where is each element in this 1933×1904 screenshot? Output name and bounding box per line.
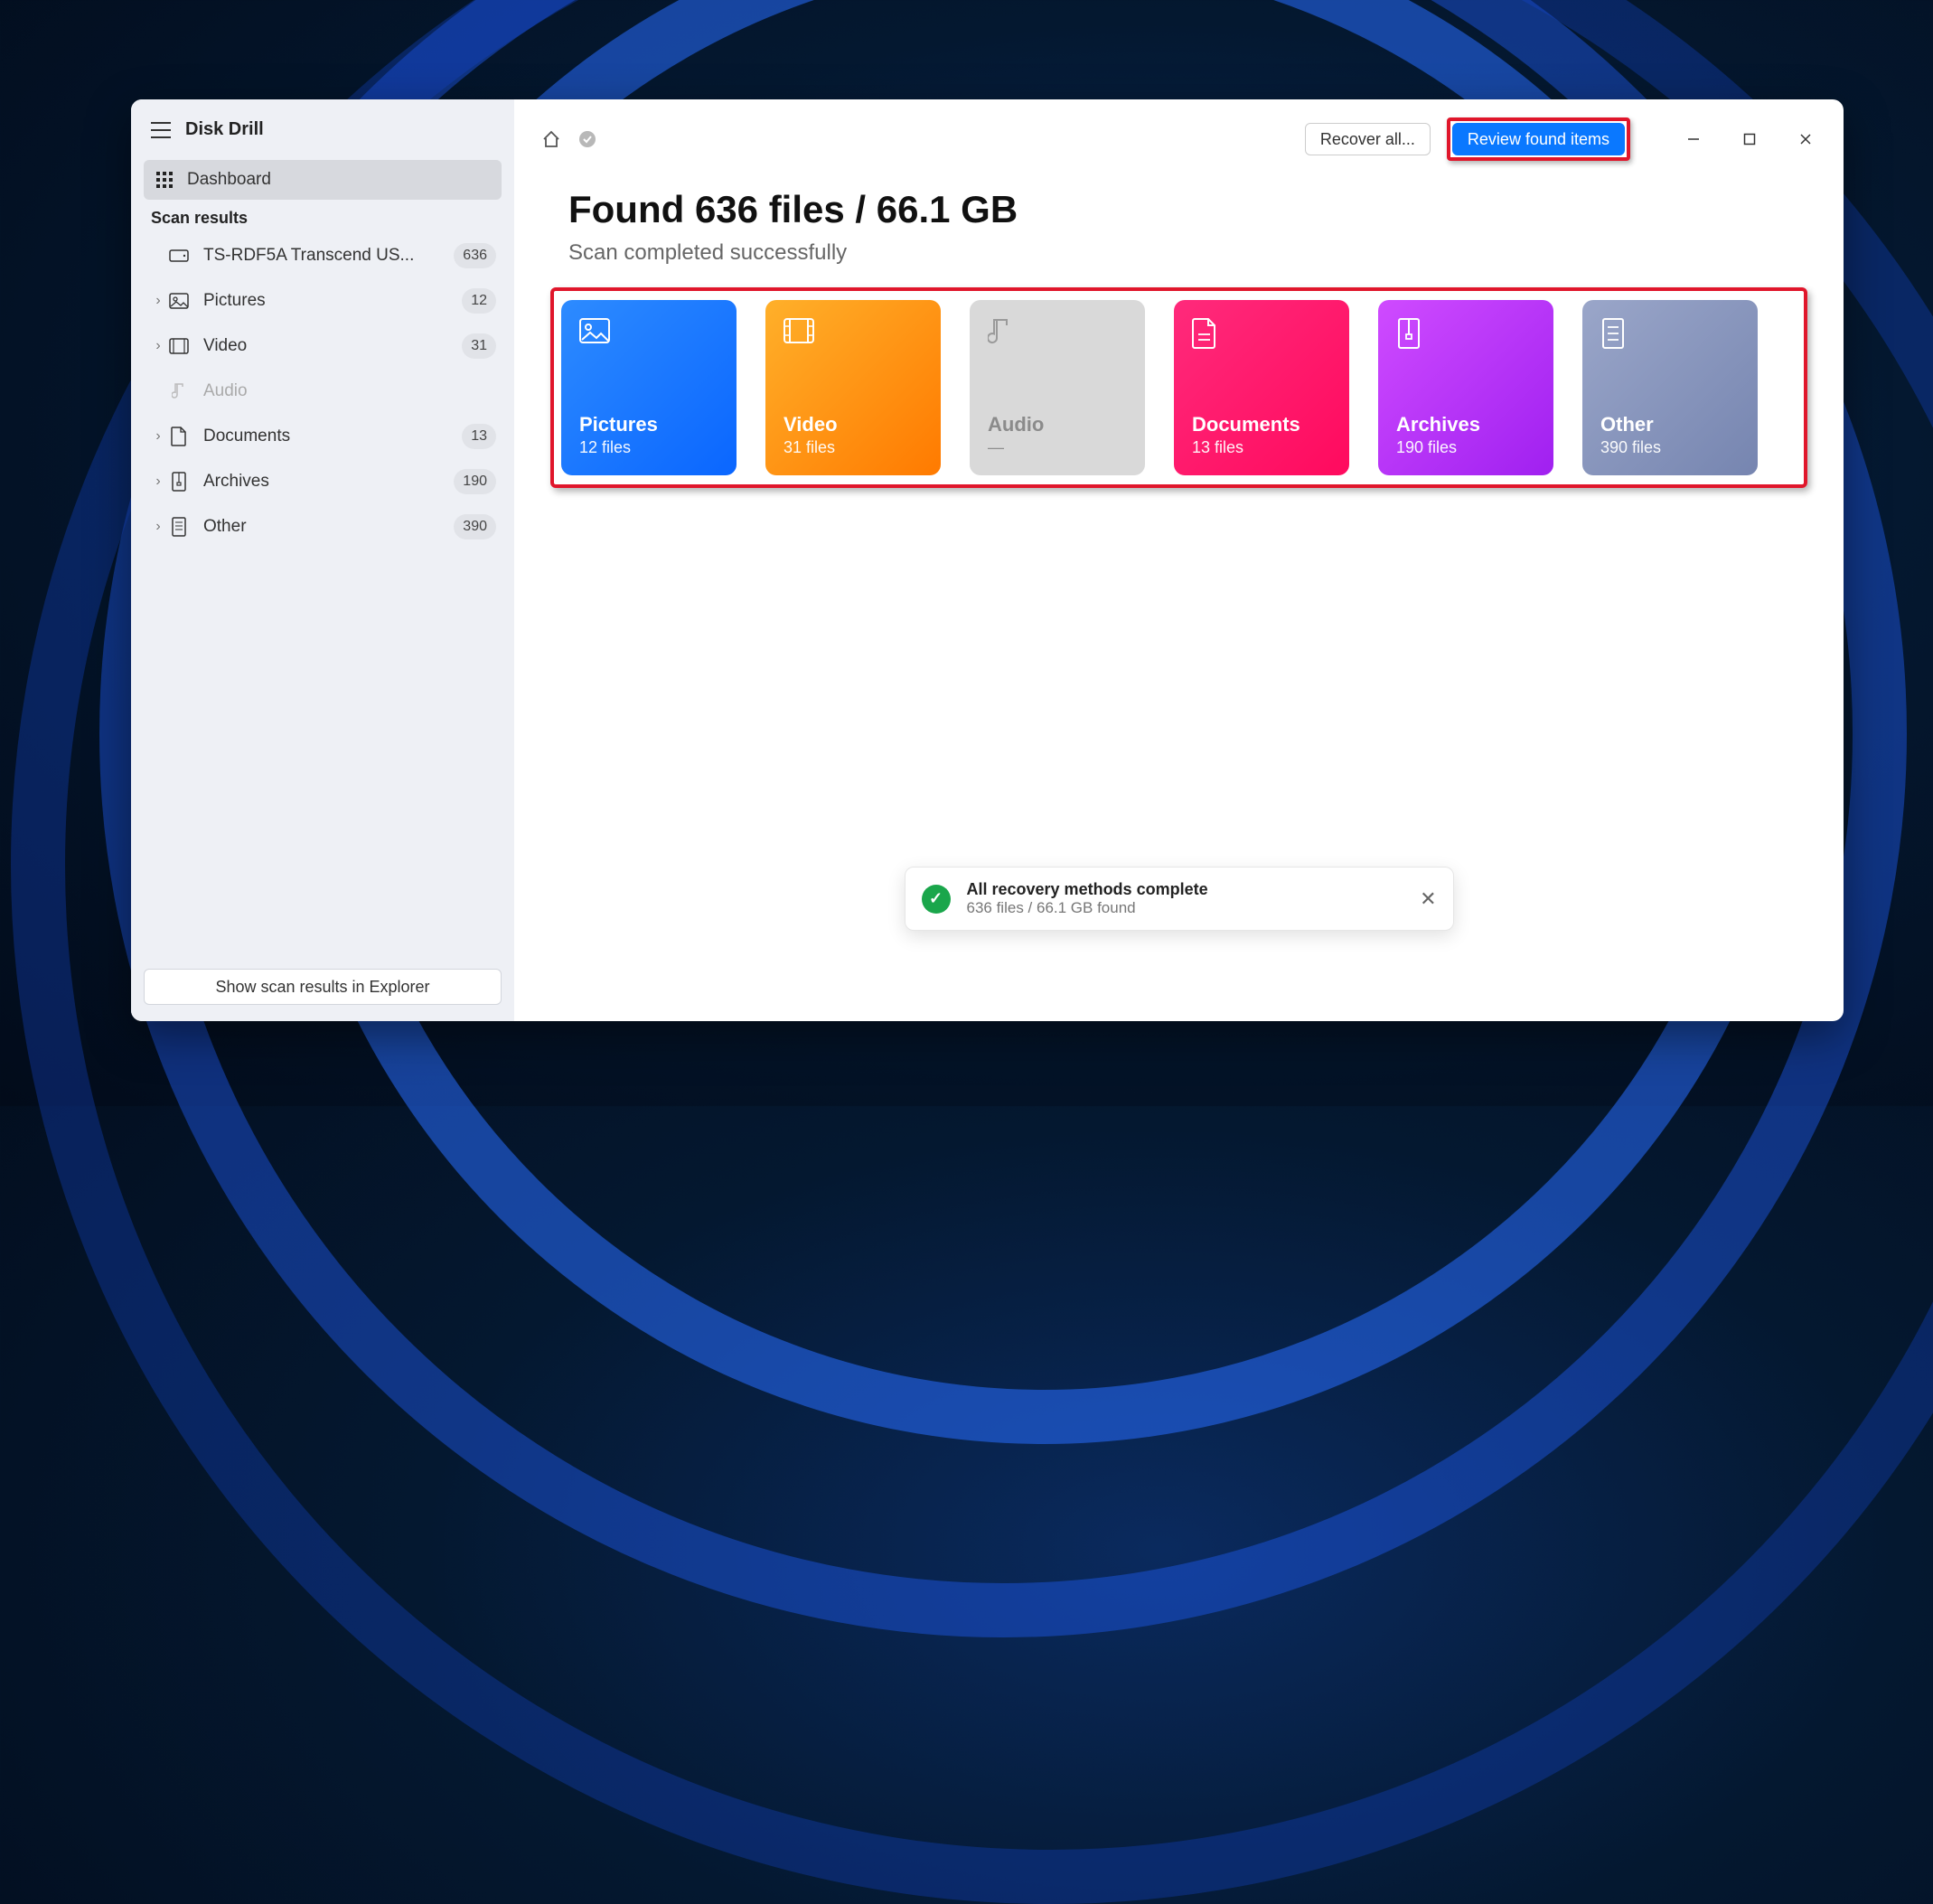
card-subtitle: 190 files: [1396, 438, 1535, 457]
sidebar-item-badge: 390: [454, 514, 496, 539]
main-panel: Recover all... Review found items Found …: [514, 99, 1844, 1021]
dashboard-icon: [156, 172, 173, 188]
sidebar-device-row[interactable]: › TS-RDF5A Transcend US... 636: [144, 233, 502, 278]
card-title: Archives: [1396, 413, 1535, 436]
chevron-right-icon: ›: [149, 519, 167, 535]
sidebar-device-label: TS-RDF5A Transcend US...: [203, 246, 454, 266]
toast-subtitle: 636 files / 66.1 GB found: [967, 899, 1208, 917]
chevron-right-icon: ›: [149, 474, 167, 490]
sidebar-item-label: Pictures: [203, 291, 462, 311]
card-title: Documents: [1192, 413, 1331, 436]
card-subtitle: 12 files: [579, 438, 718, 457]
sidebar-item-badge: 13: [462, 424, 496, 449]
page-subtitle: Scan completed successfully: [568, 240, 1844, 266]
recover-all-button[interactable]: Recover all...: [1305, 123, 1431, 155]
card-documents[interactable]: Documents 13 files: [1174, 300, 1349, 475]
sidebar-item-label: Documents: [203, 427, 462, 446]
sidebar-item-label: Dashboard: [187, 170, 271, 190]
check-circle-icon[interactable]: [577, 129, 597, 149]
card-title: Pictures: [579, 413, 718, 436]
show-in-explorer-button[interactable]: Show scan results in Explorer: [144, 969, 502, 1005]
page-title: Found 636 files / 66.1 GB: [568, 188, 1844, 231]
card-title: Audio: [988, 413, 1127, 436]
menu-icon[interactable]: [151, 122, 171, 138]
sidebar-item-dashboard[interactable]: Dashboard: [144, 160, 502, 200]
review-button-highlight: Review found items: [1447, 117, 1630, 161]
sidebar-item-label: Audio: [203, 381, 496, 401]
check-icon: ✓: [922, 885, 951, 914]
chevron-right-icon: ›: [149, 338, 167, 354]
archive-icon: [1396, 318, 1427, 349]
sidebar-item-label: Other: [203, 517, 454, 537]
sidebar: Disk Drill Dashboard Scan results › TS-R…: [131, 99, 514, 1021]
app-title: Disk Drill: [185, 119, 264, 140]
toast-title: All recovery methods complete: [967, 880, 1208, 899]
review-found-items-button[interactable]: Review found items: [1452, 123, 1625, 155]
home-icon[interactable]: [541, 129, 561, 149]
card-audio: Audio —: [970, 300, 1145, 475]
archive-icon: [167, 473, 191, 491]
card-archives[interactable]: Archives 190 files: [1378, 300, 1553, 475]
sidebar-item-audio: › Audio: [144, 369, 502, 414]
card-subtitle: 13 files: [1192, 438, 1331, 457]
drive-icon: [167, 247, 191, 265]
sidebar-item-documents[interactable]: › Documents 13: [144, 414, 502, 459]
sidebar-section-header: Scan results: [131, 200, 514, 233]
sidebar-device-badge: 636: [454, 243, 496, 268]
card-subtitle: 31 files: [784, 438, 923, 457]
window-close-button[interactable]: [1786, 123, 1825, 155]
card-other[interactable]: Other 390 files: [1582, 300, 1758, 475]
card-pictures[interactable]: Pictures 12 files: [561, 300, 737, 475]
card-subtitle: —: [988, 438, 1127, 457]
category-cards-highlight: Pictures 12 files Video 31 files: [550, 287, 1807, 488]
audio-icon: [167, 382, 191, 400]
other-icon: [167, 518, 191, 536]
card-title: Other: [1600, 413, 1740, 436]
sidebar-item-label: Video: [203, 336, 462, 356]
picture-icon: [579, 318, 610, 349]
document-icon: [1192, 318, 1223, 349]
window-maximize-button[interactable]: [1730, 123, 1769, 155]
chevron-right-icon: ›: [149, 293, 167, 309]
sidebar-item-badge: 12: [462, 288, 496, 314]
document-icon: [167, 427, 191, 446]
video-icon: [167, 337, 191, 355]
app-window: Disk Drill Dashboard Scan results › TS-R…: [131, 99, 1844, 1021]
sidebar-item-pictures[interactable]: › Pictures 12: [144, 278, 502, 324]
other-icon: [1600, 318, 1631, 349]
card-subtitle: 390 files: [1600, 438, 1740, 457]
sidebar-item-video[interactable]: › Video 31: [144, 324, 502, 369]
sidebar-item-badge: 190: [454, 469, 496, 494]
sidebar-item-other[interactable]: › Other 390: [144, 504, 502, 549]
toast-close-button[interactable]: ✕: [1420, 887, 1436, 911]
card-title: Video: [784, 413, 923, 436]
video-icon: [784, 318, 814, 349]
window-minimize-button[interactable]: [1674, 123, 1713, 155]
scan-complete-toast: ✓ All recovery methods complete 636 file…: [905, 867, 1454, 931]
audio-icon: [988, 318, 1018, 349]
picture-icon: [167, 292, 191, 310]
sidebar-item-badge: 31: [462, 333, 496, 359]
sidebar-item-archives[interactable]: › Archives 190: [144, 459, 502, 504]
chevron-right-icon: ›: [149, 428, 167, 445]
card-video[interactable]: Video 31 files: [765, 300, 941, 475]
sidebar-item-label: Archives: [203, 472, 454, 492]
